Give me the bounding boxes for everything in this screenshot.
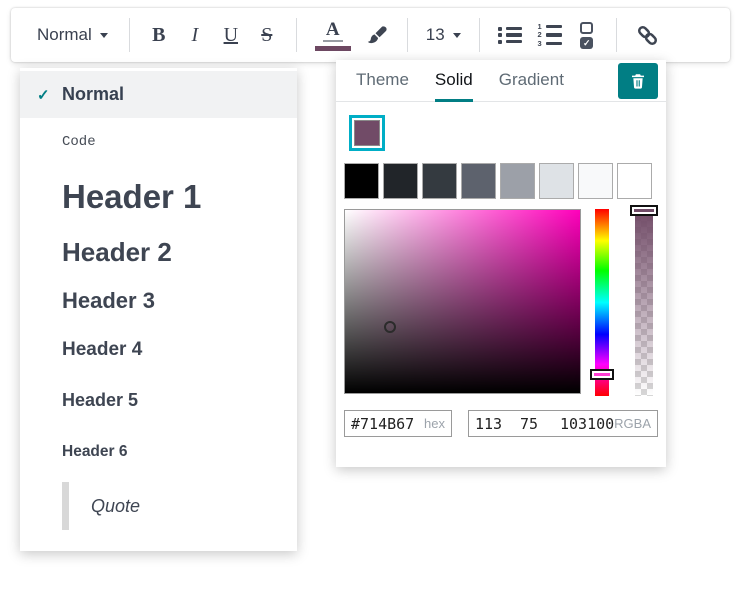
bullet-list-button[interactable] — [491, 14, 529, 56]
editor-toolbar: Normal B I U S A 13 1 2 3 — [11, 8, 730, 62]
numbered-list-button[interactable]: 1 2 3 — [529, 14, 569, 56]
rgba-green-value: 75 — [520, 415, 560, 433]
strikethrough-button[interactable]: S — [249, 14, 285, 56]
quote-bar — [62, 482, 69, 530]
reset-color-button[interactable] — [618, 63, 658, 99]
font-size-dropdown[interactable]: 13 — [419, 14, 468, 56]
bullet-list-icon — [498, 27, 522, 44]
style-option-label: Quote — [91, 496, 140, 517]
font-color-swatch-bar — [315, 46, 351, 51]
toolbar-separator — [407, 18, 408, 52]
color-picker-tabs: Theme Solid Gradient — [336, 60, 666, 102]
gray-swatch[interactable] — [539, 163, 574, 199]
gray-swatch[interactable] — [578, 163, 613, 199]
color-inputs-row: #714B67 hex 113 75 103 100 RGBA — [344, 410, 658, 437]
style-option-normal[interactable]: ✓ Normal — [20, 71, 297, 118]
saturation-value-area[interactable] — [344, 209, 581, 394]
saturation-cursor[interactable] — [384, 321, 396, 333]
tab-theme[interactable]: Theme — [356, 60, 409, 102]
hue-slider[interactable] — [595, 209, 609, 396]
gray-swatch[interactable] — [617, 163, 652, 199]
hex-color-input[interactable]: #714B67 hex — [344, 410, 452, 437]
numbered-list-icon: 1 2 3 — [536, 24, 562, 47]
checklist-button[interactable]: ✓ — [569, 14, 605, 56]
toolbar-separator — [616, 18, 617, 52]
style-option-code[interactable]: Code — [20, 133, 297, 151]
style-option-header3[interactable]: Header 3 — [20, 286, 297, 315]
tab-gradient[interactable]: Gradient — [499, 60, 564, 102]
bold-button[interactable]: B — [141, 14, 177, 56]
font-size-value: 13 — [426, 25, 445, 45]
style-option-header6[interactable]: Header 6 — [20, 441, 297, 462]
caret-down-icon — [100, 33, 108, 38]
toolbar-separator — [296, 18, 297, 52]
style-option-header2[interactable]: Header 2 — [20, 235, 297, 269]
rgba-color-input[interactable]: 113 75 103 100 RGBA — [468, 410, 658, 437]
gray-swatch[interactable] — [422, 163, 457, 199]
opacity-slider[interactable] — [635, 209, 653, 396]
gray-swatch[interactable] — [344, 163, 379, 199]
font-color-button[interactable]: A — [308, 14, 358, 56]
gray-swatch-row — [344, 163, 658, 199]
caret-down-icon — [453, 33, 461, 38]
checklist-icon: ✓ — [580, 22, 593, 49]
check-icon: ✓ — [37, 86, 53, 104]
gray-swatch[interactable] — [461, 163, 496, 199]
underline-button[interactable]: U — [213, 14, 249, 56]
toolbar-separator — [479, 18, 480, 52]
rgba-suffix-label: RGBA — [614, 416, 651, 431]
rgba-alpha-value: 100 — [587, 415, 614, 433]
font-color-letter: A — [323, 19, 343, 42]
trash-icon — [629, 72, 647, 90]
italic-button[interactable]: I — [177, 14, 213, 56]
rgba-red-value: 113 — [475, 415, 520, 433]
rgba-blue-value: 103 — [560, 415, 587, 433]
opacity-cursor[interactable] — [630, 205, 658, 216]
toolbar-separator — [129, 18, 130, 52]
hue-cursor[interactable] — [590, 369, 614, 380]
style-option-header5[interactable]: Header 5 — [20, 388, 297, 412]
opacity-gradient — [635, 209, 653, 396]
paragraph-style-label: Normal — [37, 25, 92, 45]
insert-link-button[interactable] — [628, 14, 667, 56]
style-option-header1[interactable]: Header 1 — [20, 175, 297, 219]
tab-solid[interactable]: Solid — [435, 60, 473, 102]
link-icon — [635, 23, 660, 48]
hex-value: #714B67 — [351, 415, 414, 433]
style-option-header4[interactable]: Header 4 — [20, 337, 297, 363]
gray-swatch[interactable] — [383, 163, 418, 199]
gray-swatch[interactable] — [500, 163, 535, 199]
color-picker-body: #714B67 hex 113 75 103 100 RGBA — [336, 120, 666, 437]
highlight-color-button[interactable] — [358, 14, 396, 56]
paintbrush-icon — [365, 23, 389, 47]
paragraph-style-dropdown[interactable]: Normal — [27, 14, 118, 56]
checkbox-empty-icon — [580, 22, 593, 34]
style-option-label: Normal — [62, 84, 124, 105]
paragraph-style-menu: ✓ Normal Code Header 1 Header 2 Header 3… — [20, 68, 297, 551]
color-picker-area-row — [344, 209, 658, 396]
selected-color-swatch[interactable] — [354, 120, 380, 146]
style-option-quote[interactable]: Quote — [20, 482, 297, 530]
checkbox-checked-icon: ✓ — [580, 37, 593, 49]
color-picker-panel: Theme Solid Gradient — [336, 60, 666, 467]
hex-suffix-label: hex — [424, 416, 445, 431]
